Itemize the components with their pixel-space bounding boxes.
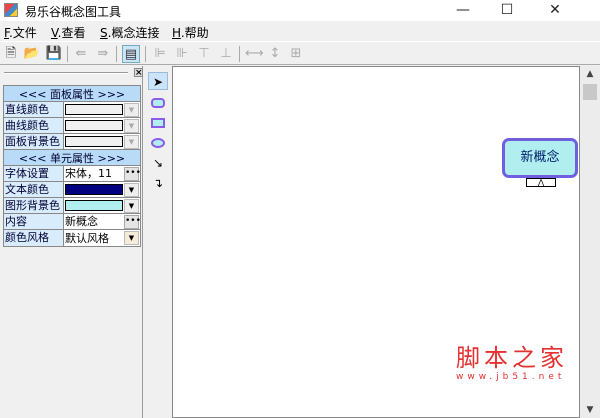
dropdown-arrow-icon[interactable]: ▼ <box>124 231 139 245</box>
prop-label: 颜色风格 <box>4 230 64 246</box>
menu-connect-key: S <box>100 26 108 40</box>
menu-file[interactable]: F.文件 <box>4 24 37 41</box>
prop-shape-bg[interactable]: 图形背景色 ▼ <box>4 198 140 214</box>
panel-toggle-icon[interactable]: ▤ <box>122 45 140 63</box>
align-bottom-icon[interactable]: ⊥ <box>217 45 235 63</box>
maximize-button[interactable]: ☐ <box>484 0 530 21</box>
prop-label: 面板背景色 <box>4 134 64 149</box>
separator <box>239 46 240 62</box>
separator <box>67 46 68 62</box>
dropdown-arrow-icon[interactable]: ▼ <box>124 102 139 117</box>
separator <box>145 46 146 62</box>
toolbar: 🗎 📂 💾 ⇚ ⇛ ▤ ⊫ ⊪ ⊤ ⊥ ⟷ ↕ ⊞ <box>0 41 600 65</box>
same-width-icon[interactable]: ⟷ <box>245 45 264 63</box>
unit-properties-header: <<< 单元属性 >>> <box>4 150 140 166</box>
rounded-rect-icon[interactable] <box>148 94 168 112</box>
prop-curve-color[interactable]: 曲线颜色 ▼ <box>4 118 140 134</box>
node-connect-handle[interactable]: ⋀ <box>526 178 556 187</box>
scroll-thumb[interactable] <box>583 84 597 100</box>
app-icon <box>4 3 18 17</box>
same-height-icon[interactable]: ↕ <box>266 45 284 63</box>
straight-connector-icon[interactable]: ↘ <box>148 154 168 172</box>
color-swatch[interactable] <box>65 184 123 195</box>
menu-connect[interactable]: S.概念连接 <box>100 24 159 41</box>
align-left-icon[interactable]: ⊫ <box>151 45 169 63</box>
menu-view-key: V <box>51 26 58 40</box>
panel-close-button[interactable]: × <box>134 68 143 78</box>
undo-icon[interactable]: ⇚ <box>72 45 90 63</box>
prop-label: 直线颜色 <box>4 102 64 117</box>
prop-color-style[interactable]: 颜色风格 默认风格 ▼ <box>4 230 140 246</box>
concept-node[interactable]: 新概念 <box>502 138 578 178</box>
align-right-icon[interactable]: ⊪ <box>173 45 191 63</box>
ellipsis-button[interactable]: ••• <box>124 214 141 229</box>
watermark-url: www.jb51.net <box>456 372 566 382</box>
vertical-scrollbar[interactable]: ▲ ▼ <box>580 66 600 418</box>
menu-help[interactable]: H.帮助 <box>172 24 209 41</box>
prop-label: 内容 <box>4 214 64 229</box>
menu-bar: F.文件 V.查看 S.概念连接 H.帮助 <box>0 21 600 41</box>
separator <box>116 46 117 62</box>
prop-panel-bg[interactable]: 面板背景色 ▼ <box>4 134 140 150</box>
align-top-icon[interactable]: ⊤ <box>195 45 213 63</box>
menu-file-label: .文件 <box>8 26 37 40</box>
prop-text-color[interactable]: 文本颜色 ▼ <box>4 182 140 198</box>
menu-view[interactable]: V.查看 <box>51 24 86 41</box>
open-folder-icon[interactable]: 📂 <box>23 45 41 63</box>
window-title: 易乐谷概念图工具 <box>25 5 122 19</box>
prop-label: 曲线颜色 <box>4 118 64 133</box>
color-swatch[interactable] <box>65 104 123 115</box>
dropdown-arrow-icon[interactable]: ▼ <box>124 182 139 197</box>
font-value: 宋体，11 <box>65 167 112 180</box>
new-file-icon[interactable]: 🗎 <box>2 45 20 63</box>
prop-label: 文本颜色 <box>4 182 64 197</box>
pointer-icon[interactable]: ➤ <box>148 72 168 90</box>
color-swatch[interactable] <box>65 120 123 131</box>
title-bar: 易乐谷概念图工具 — ☐ ✕ <box>0 0 600 21</box>
dropdown-arrow-icon[interactable]: ▼ <box>124 118 139 133</box>
menu-help-key: H <box>172 26 181 40</box>
same-size-icon[interactable]: ⊞ <box>287 45 305 63</box>
dropdown-arrow-icon[interactable]: ▼ <box>124 198 139 213</box>
close-button[interactable]: ✕ <box>532 0 578 21</box>
style-value[interactable]: 默认风格 <box>65 231 124 246</box>
ellipse-icon[interactable] <box>148 134 168 152</box>
property-grid: <<< 面板属性 >>> 直线颜色 ▼ 曲线颜色 ▼ 面板背景色 ▼ <<< 单元属性… <box>3 85 141 247</box>
color-swatch[interactable] <box>65 136 123 147</box>
shape-toolbox: ➤ ↘ ↴ <box>146 66 170 418</box>
scroll-down-icon[interactable]: ▼ <box>580 402 600 418</box>
prop-label: 字体设置 <box>4 166 64 181</box>
prop-label: 图形背景色 <box>4 198 64 213</box>
prop-font[interactable]: 字体设置 宋体，11 ••• <box>4 166 141 182</box>
content-value[interactable]: 新概念 <box>65 214 124 229</box>
dropdown-arrow-icon[interactable]: ▼ <box>124 134 139 149</box>
panel-grip[interactable] <box>4 72 128 74</box>
watermark: 脚本之家 <box>456 344 568 372</box>
elbow-connector-icon[interactable]: ↴ <box>148 174 168 192</box>
ellipsis-button[interactable]: ••• <box>124 166 141 181</box>
redo-icon[interactable]: ⇛ <box>94 45 112 63</box>
rectangle-icon[interactable] <box>148 114 168 132</box>
save-icon[interactable]: 💾 <box>45 45 63 63</box>
prop-line-color[interactable]: 直线颜色 ▼ <box>4 102 140 118</box>
menu-view-label: .查看 <box>57 26 86 40</box>
panel-properties-header: <<< 面板属性 >>> <box>4 86 140 102</box>
prop-content[interactable]: 内容 新概念 ••• <box>4 214 141 230</box>
scroll-up-icon[interactable]: ▲ <box>580 66 600 82</box>
minimize-button[interactable]: — <box>440 0 486 21</box>
menu-connect-label: .概念连接 <box>107 26 160 40</box>
menu-help-label: .帮助 <box>180 26 209 40</box>
color-swatch[interactable] <box>65 200 123 211</box>
